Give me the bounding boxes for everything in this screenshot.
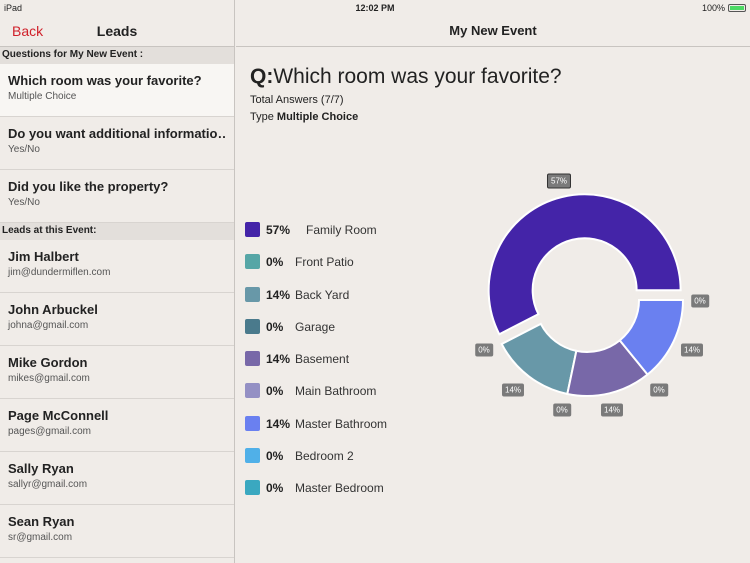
data-label: 0%: [475, 343, 493, 357]
battery-percent: 100%: [701, 2, 725, 13]
data-label: 0%: [691, 294, 709, 308]
data-label: 0%: [553, 403, 571, 417]
status-bar: iPad 12:02 PM 100%: [0, 0, 750, 15]
battery-icon: [728, 4, 746, 13]
data-label: 14%: [680, 343, 704, 357]
data-label: 57%: [546, 173, 572, 189]
clock: 12:02 PM: [355, 2, 395, 13]
donut-chart: [487, 193, 685, 397]
data-label: 0%: [650, 383, 668, 397]
data-label: 14%: [501, 383, 525, 397]
data-label: 14%: [600, 403, 624, 417]
